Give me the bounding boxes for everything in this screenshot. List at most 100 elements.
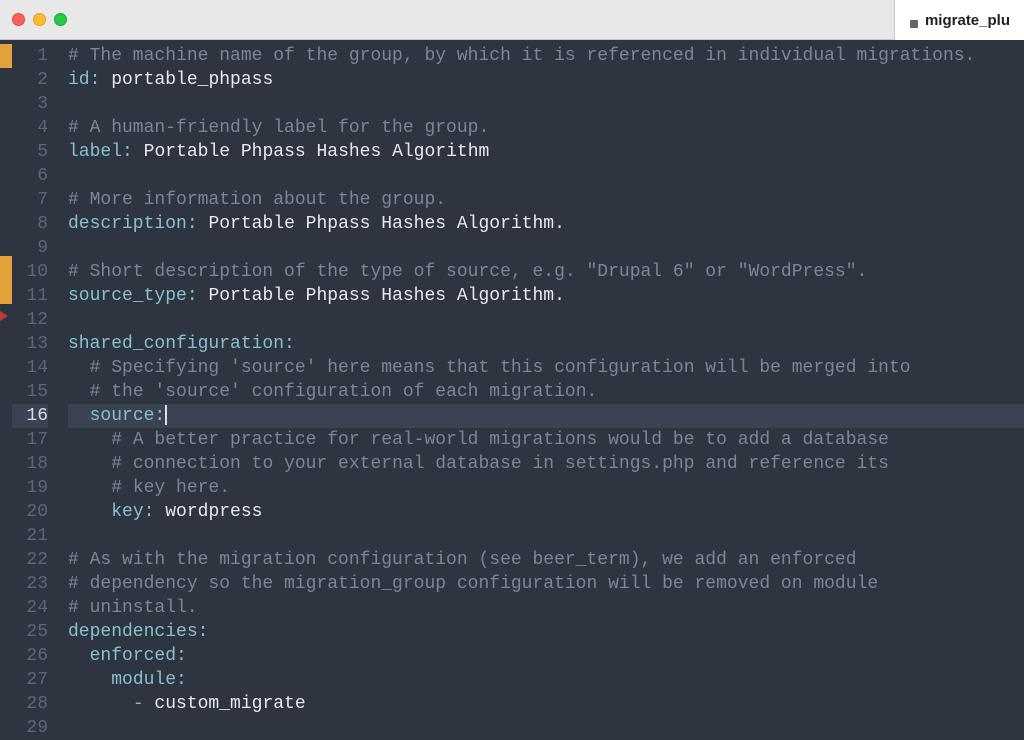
text-cursor — [165, 405, 167, 425]
gutter-marker — [0, 539, 12, 563]
code-line[interactable]: # A human-friendly label for the group. — [68, 116, 1024, 140]
line-number: 15 — [12, 380, 48, 404]
code-line[interactable] — [68, 164, 1024, 188]
line-number: 29 — [12, 716, 48, 740]
gutter-marker — [0, 469, 12, 493]
gutter-marker — [0, 91, 12, 115]
gutter-marker — [0, 351, 12, 375]
code-line[interactable]: # the 'source' configuration of each mig… — [68, 380, 1024, 404]
code-line[interactable]: shared_configuration: — [68, 332, 1024, 356]
code-line[interactable]: # A better practice for real-world migra… — [68, 428, 1024, 452]
code-line[interactable]: # As with the migration configuration (s… — [68, 548, 1024, 572]
line-number: 5 — [12, 140, 48, 164]
code-line[interactable]: # The machine name of the group, by whic… — [68, 44, 1024, 68]
line-number: 2 — [12, 68, 48, 92]
gutter-marker — [0, 44, 12, 68]
code-line[interactable]: description: Portable Phpass Hashes Algo… — [68, 212, 1024, 236]
window-controls — [12, 13, 67, 26]
code-line[interactable] — [68, 236, 1024, 260]
close-icon[interactable] — [12, 13, 25, 26]
code-line[interactable]: key: wordpress — [68, 500, 1024, 524]
line-number: 21 — [12, 524, 48, 548]
gutter-marker — [0, 445, 12, 469]
line-number: 4 — [12, 116, 48, 140]
code-line[interactable]: - custom_migrate — [68, 692, 1024, 716]
code-line[interactable]: # Short description of the type of sourc… — [68, 260, 1024, 284]
line-number: 14 — [12, 356, 48, 380]
line-number: 28 — [12, 692, 48, 716]
line-number: 3 — [12, 92, 48, 116]
gutter-marker — [0, 374, 12, 398]
gutter-marker — [0, 492, 12, 516]
code-line[interactable] — [68, 308, 1024, 332]
code-line[interactable] — [68, 716, 1024, 728]
line-number: 9 — [12, 236, 48, 260]
gutter-marker — [0, 233, 12, 257]
gutter-marker — [0, 563, 12, 587]
title-bar: migrate_plu — [0, 0, 1024, 40]
line-number: 22 — [12, 548, 48, 572]
line-number: 11 — [12, 284, 48, 308]
maximize-icon[interactable] — [54, 13, 67, 26]
code-line[interactable]: source_type: Portable Phpass Hashes Algo… — [68, 284, 1024, 308]
line-number: 7 — [12, 188, 48, 212]
gutter-marker — [0, 516, 12, 540]
gutter-marker — [0, 186, 12, 210]
active-tab[interactable]: migrate_plu — [894, 0, 1024, 40]
code-line[interactable]: enforced: — [68, 644, 1024, 668]
gutter-marker — [0, 705, 12, 729]
gutter-marker — [0, 115, 12, 139]
gutter-marker — [0, 68, 12, 92]
line-number: 12 — [12, 308, 48, 332]
gutter-marker — [0, 304, 12, 328]
line-number: 6 — [12, 164, 48, 188]
line-number: 26 — [12, 644, 48, 668]
gutter-marker — [0, 610, 12, 634]
code-line[interactable]: # dependency so the migration_group conf… — [68, 572, 1024, 596]
line-number: 1 — [12, 44, 48, 68]
code-line[interactable]: source: — [68, 404, 1024, 428]
gutter-marker — [0, 657, 12, 681]
line-number: 13 — [12, 332, 48, 356]
code-line[interactable]: # More information about the group. — [68, 188, 1024, 212]
line-number: 16 — [12, 404, 48, 428]
code-line[interactable] — [68, 524, 1024, 548]
code-line[interactable]: # uninstall. — [68, 596, 1024, 620]
line-number: 17 — [12, 428, 48, 452]
line-number: 18 — [12, 452, 48, 476]
line-number-gutter: 1234567891011121314151617181920212223242… — [12, 40, 58, 728]
gutter-marker — [0, 587, 12, 611]
code-area[interactable]: # The machine name of the group, by whic… — [58, 40, 1024, 728]
line-number: 25 — [12, 620, 48, 644]
line-number: 24 — [12, 596, 48, 620]
tab-filename: migrate_plu — [925, 12, 1010, 29]
gutter-marker — [0, 681, 12, 705]
line-number: 19 — [12, 476, 48, 500]
gutter-marker — [0, 422, 12, 446]
gutter-marker — [0, 280, 12, 304]
line-number: 8 — [12, 212, 48, 236]
line-number: 27 — [12, 668, 48, 692]
gutter-marker — [0, 398, 12, 422]
gutter-marker — [0, 634, 12, 658]
gutter-marker — [0, 209, 12, 233]
gutter-marker — [0, 327, 12, 351]
code-line[interactable]: label: Portable Phpass Hashes Algorithm — [68, 140, 1024, 164]
code-line[interactable]: id: portable_phpass — [68, 68, 1024, 92]
gutter-marker — [0, 162, 12, 186]
code-line[interactable]: dependencies: — [68, 620, 1024, 644]
line-number: 10 — [12, 260, 48, 284]
gutter-marker — [0, 256, 12, 280]
editor[interactable]: 1234567891011121314151617181920212223242… — [0, 40, 1024, 728]
gutter-marker — [0, 138, 12, 162]
code-line[interactable]: # connection to your external database i… — [68, 452, 1024, 476]
line-number: 23 — [12, 572, 48, 596]
line-number: 20 — [12, 500, 48, 524]
code-line[interactable] — [68, 92, 1024, 116]
marker-column — [0, 40, 12, 728]
minimize-icon[interactable] — [33, 13, 46, 26]
code-line[interactable]: # Specifying 'source' here means that th… — [68, 356, 1024, 380]
unsaved-indicator-icon — [909, 16, 917, 24]
code-line[interactable]: module: — [68, 668, 1024, 692]
code-line[interactable]: # key here. — [68, 476, 1024, 500]
